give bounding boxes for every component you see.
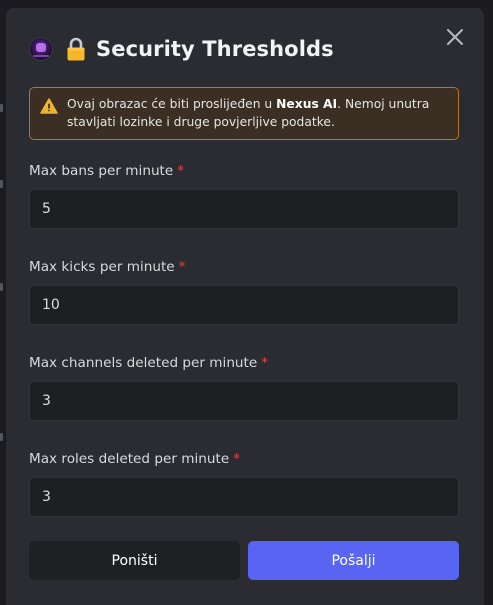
- max-bans-label: Max bans per minute *: [29, 163, 184, 179]
- field-label-text: Max bans per minute: [29, 163, 174, 179]
- bot-avatar-icon: [30, 38, 52, 60]
- background-text-fragment: [0, 180, 3, 188]
- submit-button[interactable]: Pošalji: [248, 541, 459, 580]
- max-kicks-label: Max kicks per minute *: [29, 259, 185, 275]
- field-label-text: Max roles deleted per minute: [29, 451, 230, 467]
- modal-title: Security Thresholds: [96, 37, 334, 61]
- modal-header: Security Thresholds: [30, 34, 334, 64]
- warning-text-before: Ovaj obrazac će biti proslijeđen u: [67, 97, 277, 111]
- lock-icon: [66, 37, 86, 61]
- warning-app-name: Nexus AI: [276, 97, 338, 111]
- background-text-fragment: [0, 433, 3, 441]
- background-text-fragment: [0, 104, 3, 112]
- background-text-fragment: [0, 283, 3, 291]
- cancel-button[interactable]: Poništi: [29, 541, 240, 580]
- max-channels-deleted-label: Max channels deleted per minute *: [29, 355, 268, 371]
- warning-banner: Ovaj obrazac će biti proslijeđen u Nexus…: [29, 87, 459, 140]
- max-bans-input[interactable]: [29, 189, 459, 229]
- required-marker: *: [178, 259, 186, 275]
- max-roles-deleted-input[interactable]: [29, 477, 459, 517]
- close-icon[interactable]: [444, 26, 466, 48]
- warning-triangle-icon: [40, 98, 58, 114]
- max-roles-deleted-label: Max roles deleted per minute *: [29, 451, 240, 467]
- field-label-text: Max kicks per minute: [29, 259, 175, 275]
- field-label-text: Max channels deleted per minute: [29, 355, 258, 371]
- required-marker: *: [177, 163, 185, 179]
- max-kicks-input[interactable]: [29, 285, 459, 325]
- security-thresholds-modal: Security Thresholds Ovaj obrazac će biti…: [6, 8, 484, 605]
- required-marker: *: [261, 355, 269, 371]
- max-channels-deleted-input[interactable]: [29, 381, 459, 421]
- required-marker: *: [233, 451, 240, 467]
